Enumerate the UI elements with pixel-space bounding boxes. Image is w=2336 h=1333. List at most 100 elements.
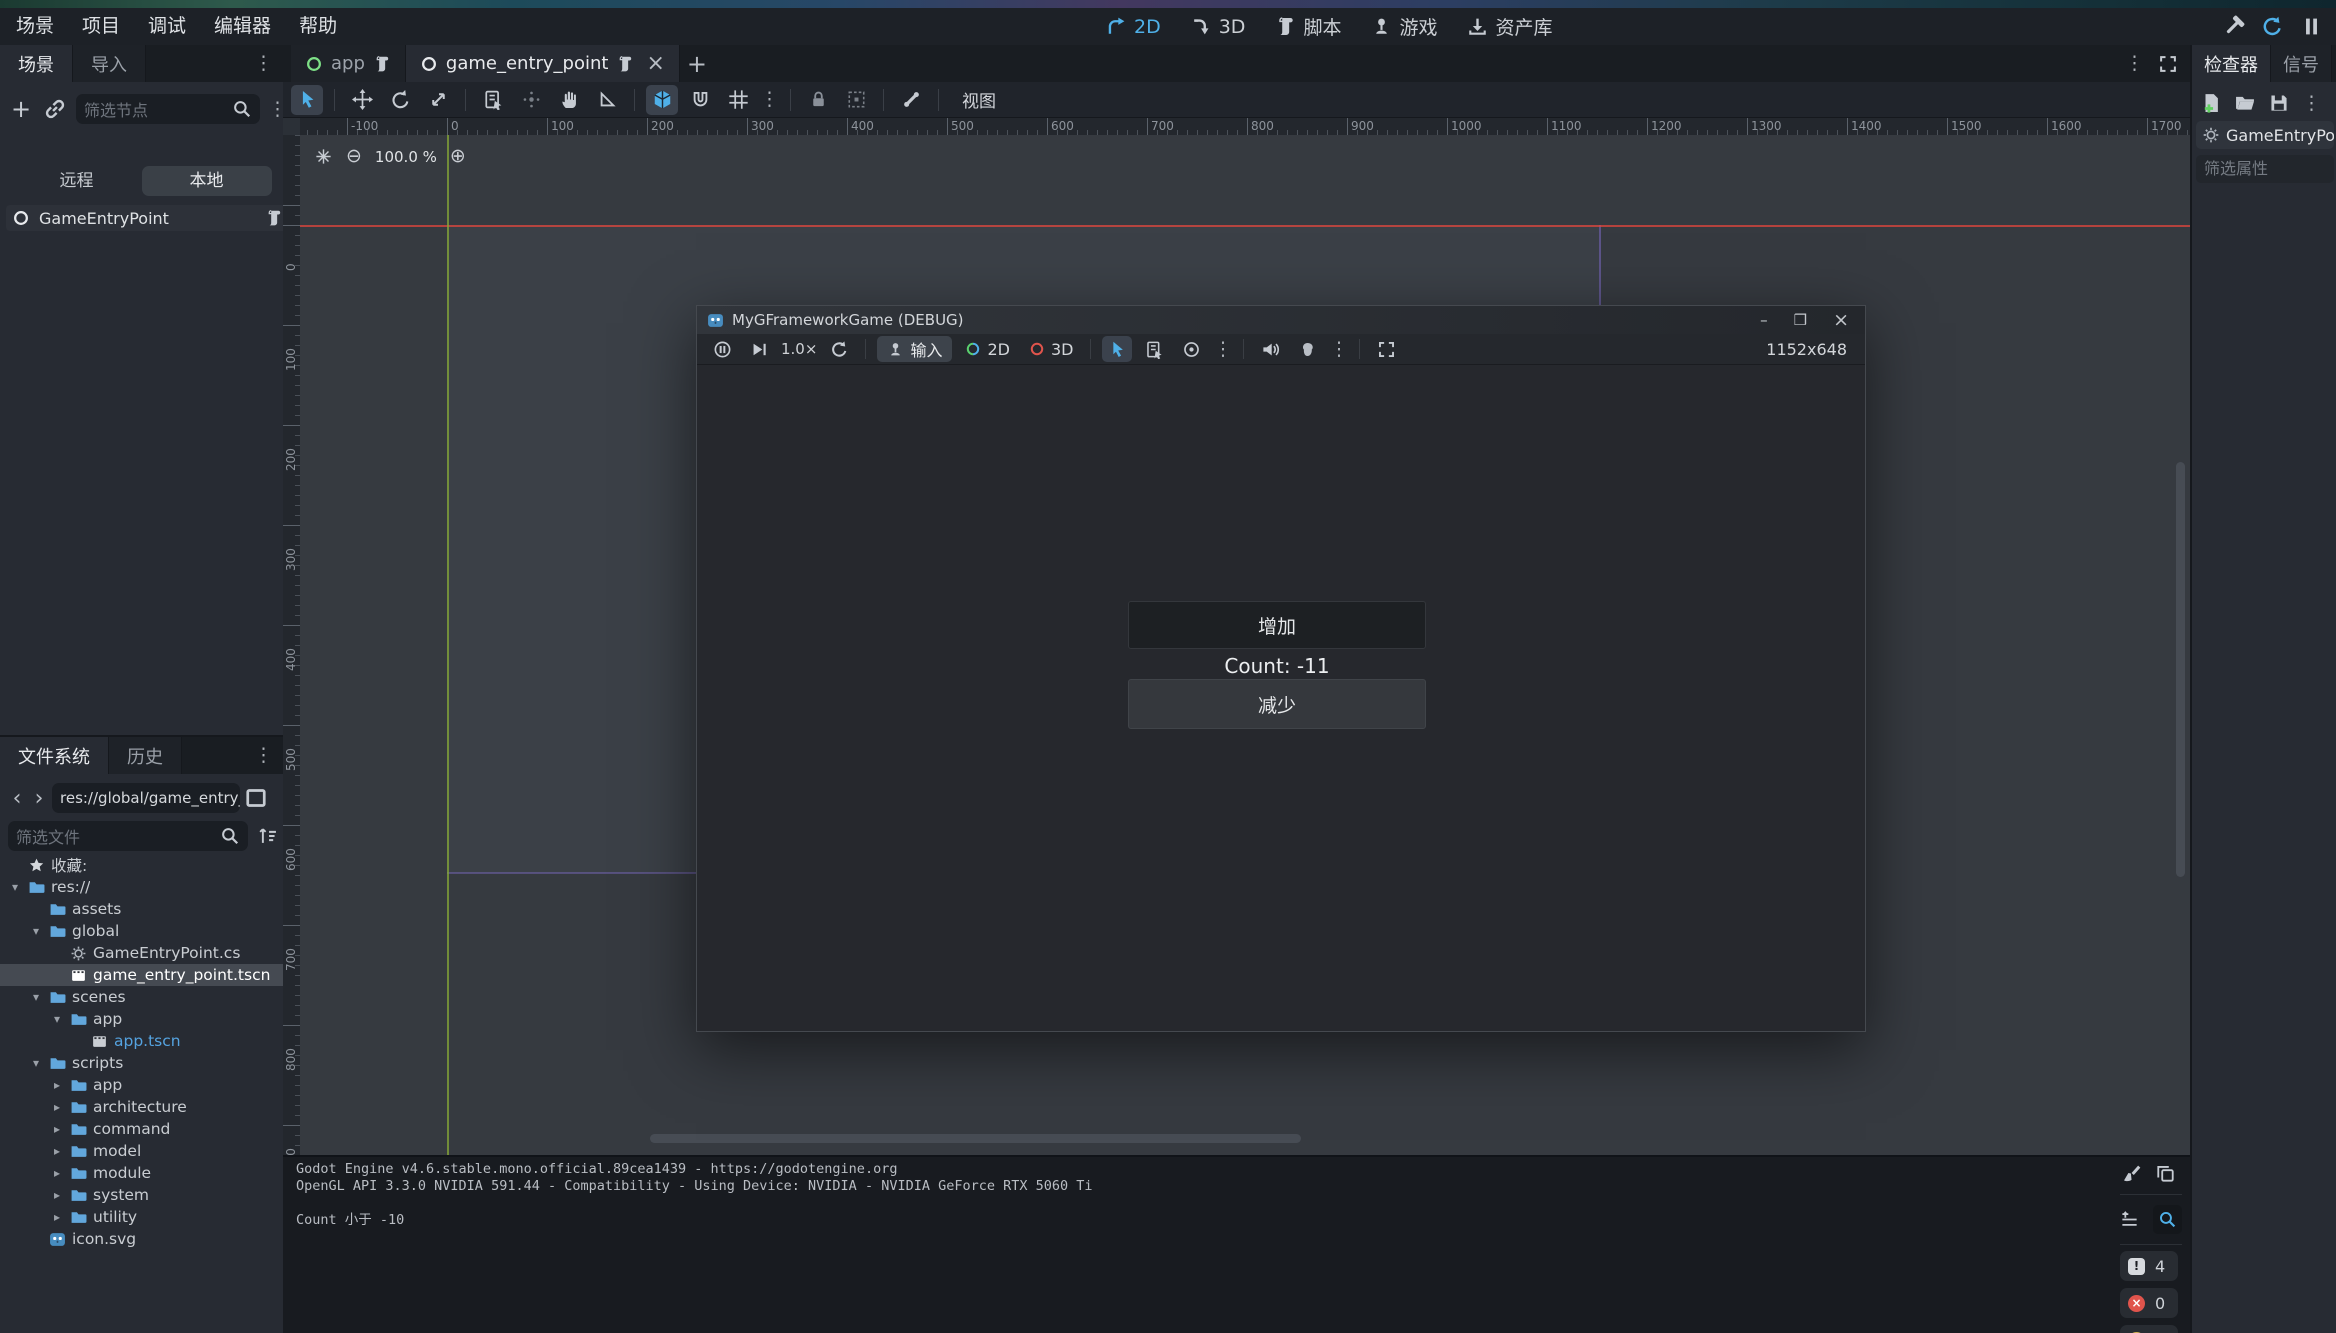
save-resource-icon[interactable] (2268, 92, 2290, 114)
script-icon[interactable] (616, 55, 634, 73)
mode-3d-button[interactable]: 3D (1023, 340, 1080, 359)
file-tree-item-system[interactable]: ▸system (0, 1184, 283, 1206)
add-node-icon[interactable]: + (8, 96, 34, 122)
file-tree-item-utility[interactable]: ▸utility (0, 1206, 283, 1228)
tree-arrow-icon[interactable]: ▸ (50, 1078, 64, 1092)
workspace-脚本[interactable]: 脚本 (1267, 13, 1349, 40)
time-scale-label[interactable]: 1.0× (781, 340, 817, 358)
scene-tab-game_entry_point[interactable]: game_entry_point× (406, 45, 680, 82)
camera-override-button[interactable] (1176, 336, 1206, 362)
tree-arrow-icon[interactable]: ▾ (29, 1056, 43, 1070)
file-tree-item-app.tscn[interactable]: app.tscn (0, 1030, 283, 1052)
inspector-menu-icon[interactable]: ⋮ (2302, 94, 2321, 113)
copy-output-icon[interactable] (2155, 1163, 2176, 1184)
zoom-out-icon[interactable]: ⊖ (346, 147, 362, 166)
vertical-scrollbar[interactable] (2176, 462, 2185, 877)
errors-badge[interactable]: ×0 (2120, 1288, 2178, 1318)
instance-scene-icon[interactable] (42, 96, 68, 122)
script-icon[interactable] (265, 209, 283, 227)
collapse-output-icon[interactable] (2120, 1209, 2139, 1230)
restart-button[interactable] (824, 336, 854, 362)
canvas-viewport[interactable]: ⊖ 100.0 % ⊕ MyGFrameworkGame (DEBUG) – ❒… (300, 135, 2190, 1155)
distraction-free-icon[interactable] (2158, 54, 2178, 74)
menu-item-帮助[interactable]: 帮助 (285, 8, 351, 45)
tree-arrow-icon[interactable]: ▸ (50, 1210, 64, 1224)
skeleton-button[interactable] (895, 85, 927, 115)
menu-item-调试[interactable]: 调试 (134, 8, 200, 45)
file-tree-item-scripts[interactable]: ▾scripts (0, 1052, 283, 1074)
lock-button[interactable] (802, 85, 834, 115)
pause-icon[interactable] (2300, 15, 2323, 38)
workspace-2D[interactable]: 2D (1098, 16, 1169, 38)
game-options-icon[interactable]: ⋮ (1213, 340, 1232, 359)
tree-arrow-icon[interactable]: ▾ (50, 1012, 64, 1026)
move-tool-button[interactable] (346, 85, 378, 115)
list-select-button[interactable] (477, 85, 509, 115)
mute-audio-button[interactable] (1255, 336, 1285, 362)
tab-filesystem[interactable]: 文件系统 (0, 737, 109, 774)
rotate-tool-button[interactable] (384, 85, 416, 115)
tab-inspector[interactable]: 检查器 (2192, 45, 2271, 82)
select-tool-button[interactable] (291, 85, 323, 115)
grid-snap-button[interactable] (684, 85, 716, 115)
file-tree-item-global[interactable]: ▾global (0, 920, 283, 942)
tree-arrow-icon[interactable]: ▸ (50, 1188, 64, 1202)
tree-arrow-icon[interactable]: ▾ (8, 880, 22, 894)
embed-fullscreen-button[interactable] (1371, 336, 1401, 362)
tree-arrow-icon[interactable]: ▸ (50, 1100, 64, 1114)
tree-arrow-icon[interactable]: ▾ (29, 990, 43, 1004)
reload-icon[interactable] (2261, 15, 2284, 38)
path-field[interactable]: res://global/game_entry_p (52, 783, 240, 813)
file-tree-item-icon.svg[interactable]: icon.svg (0, 1228, 283, 1250)
warnings-badge[interactable]: !0 (2120, 1325, 2178, 1333)
debug-options-icon[interactable]: ⋮ (1329, 340, 1348, 359)
file-tree-item-architecture[interactable]: ▸architecture (0, 1096, 283, 1118)
pan-tool-button[interactable] (553, 85, 585, 115)
game-debug-window[interactable]: MyGFrameworkGame (DEBUG) – ❒ × 1.0× (696, 305, 1866, 1032)
workspace-3D[interactable]: 3D (1183, 16, 1254, 38)
search-output-button[interactable] (2153, 1205, 2182, 1234)
remote-button[interactable]: 远程 (12, 166, 142, 196)
zoom-in-icon[interactable]: ⊕ (450, 147, 466, 166)
edited-resource-row[interactable]: GameEntryPoint. (2196, 121, 2334, 149)
file-tree-item-game_entry_point.tscn[interactable]: game_entry_point.tscn (0, 964, 283, 986)
tree-arrow-icon[interactable]: ▸ (50, 1122, 64, 1136)
next-frame-button[interactable] (744, 336, 774, 362)
new-resource-icon[interactable] (2200, 92, 2222, 114)
snap-options-icon[interactable]: ⋮ (760, 90, 779, 109)
close-tab-icon[interactable]: × (646, 51, 664, 76)
messages-badge[interactable]: !4 (2120, 1251, 2178, 1281)
workspace-资产库[interactable]: 资产库 (1459, 13, 1560, 40)
load-resource-icon[interactable] (2234, 92, 2256, 114)
hammer-icon[interactable] (2222, 15, 2245, 38)
scale-tool-button[interactable] (422, 85, 454, 115)
game-select-button[interactable] (1102, 336, 1132, 362)
horizontal-scrollbar[interactable] (650, 1134, 1301, 1143)
forward-icon[interactable]: › (30, 786, 48, 811)
filter-files-input[interactable]: 筛选文件 (8, 821, 248, 851)
file-tree-item-GameEntryPoint.cs[interactable]: GameEntryPoint.cs (0, 942, 283, 964)
suspend-button[interactable] (707, 336, 737, 362)
menu-item-编辑器[interactable]: 编辑器 (200, 8, 285, 45)
filesystem-menu-icon[interactable]: ⋮ (254, 746, 283, 765)
input-mode-button[interactable]: 输入 (877, 336, 952, 362)
increase-button[interactable]: 增加 (1128, 601, 1426, 649)
file-tree-item-model[interactable]: ▸model (0, 1140, 283, 1162)
file-tree-item-scenes[interactable]: ▾scenes (0, 986, 283, 1008)
file-tree-item-command[interactable]: ▸command (0, 1118, 283, 1140)
file-tree-item-app[interactable]: ▾app (0, 1008, 283, 1030)
group-button[interactable] (840, 85, 872, 115)
menu-item-场景[interactable]: 场景 (2, 8, 68, 45)
tree-arrow-icon[interactable]: ▾ (29, 924, 43, 938)
filter-nodes-input[interactable]: 筛选节点 (76, 94, 260, 124)
debug-visibility-button[interactable] (1292, 336, 1322, 362)
maximize-icon[interactable]: ❒ (1794, 311, 1807, 329)
file-tree-item-res[interactable]: ▾res:// (0, 876, 283, 898)
tree-arrow-icon[interactable]: ▸ (50, 1166, 64, 1180)
tab-import[interactable]: 导入 (73, 45, 146, 82)
zoom-percent[interactable]: 100.0 % (375, 148, 437, 166)
grid-toggle-button[interactable] (722, 85, 754, 115)
file-tree-item-[interactable]: 收藏: (0, 854, 283, 876)
game-window-titlebar[interactable]: MyGFrameworkGame (DEBUG) – ❒ × (697, 306, 1865, 334)
smart-snap-button[interactable] (646, 85, 678, 115)
